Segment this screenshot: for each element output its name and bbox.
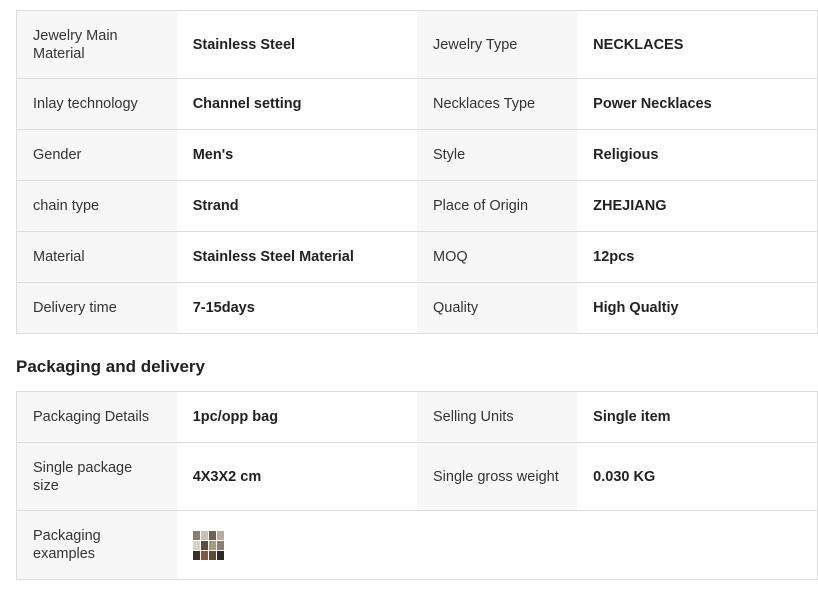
attr-value: 7-15days (176, 282, 417, 334)
specs-table: Jewelry Main Material Stainless Steel Je… (16, 10, 818, 334)
table-row: Gender Men's Style Religious (16, 129, 818, 181)
section-title: Packaging and delivery (16, 357, 205, 376)
attr-key: Packaging Details (16, 391, 177, 443)
attr-key: Quality (416, 282, 578, 334)
product-details: Jewelry Main Material Stainless Steel Je… (16, 10, 818, 580)
attr-value: Power Necklaces (577, 78, 818, 130)
attr-value: Strand (176, 180, 417, 232)
attr-value: Religious (577, 129, 818, 181)
thumbnail-tile (208, 530, 216, 540)
attr-key: Single gross weight (416, 442, 578, 511)
table-row: Single package size 4X3X2 cm Single gros… (16, 442, 818, 511)
packaging-examples-cell (176, 510, 818, 580)
attr-value: Stainless Steel Material (176, 231, 417, 283)
table-row: Inlay technology Channel setting Necklac… (16, 78, 818, 130)
thumbnail-tile (216, 550, 224, 560)
attr-value: Single item (577, 391, 818, 443)
attr-key: chain type (16, 180, 177, 232)
packaging-example-thumbnail[interactable] (192, 530, 224, 560)
table-row: Packaging examples (16, 510, 818, 580)
thumbnail-tile (192, 530, 200, 540)
attr-value: Channel setting (176, 78, 417, 130)
table-row: chain type Strand Place of Origin ZHEJIA… (16, 180, 818, 232)
thumbnail-tile (216, 530, 224, 540)
attr-key: Gender (16, 129, 177, 181)
thumbnail-tile (208, 540, 216, 550)
attr-key: Single package size (16, 442, 177, 511)
attr-key: Jewelry Type (416, 10, 578, 79)
attr-value: 4X3X2 cm (176, 442, 417, 511)
attr-value: NECKLACES (577, 10, 818, 79)
thumbnail-tile (200, 540, 208, 550)
attr-key: Inlay technology (16, 78, 177, 130)
attr-value: 1pc/opp bag (176, 391, 417, 443)
attr-value: High Qualtiy (577, 282, 818, 334)
table-row: Material Stainless Steel Material MOQ 12… (16, 231, 818, 283)
attr-key: Material (16, 231, 177, 283)
thumbnail-tile (200, 530, 208, 540)
thumbnail-tile (216, 540, 224, 550)
thumbnail-tile (192, 540, 200, 550)
thumbnail-tile (208, 550, 216, 560)
thumbnail-tile (200, 550, 208, 560)
thumbnail-tile (192, 550, 200, 560)
attr-value: 12pcs (577, 231, 818, 283)
attr-key: Place of Origin (416, 180, 578, 232)
attr-key: Jewelry Main Material (16, 10, 177, 79)
table-row: Jewelry Main Material Stainless Steel Je… (16, 10, 818, 79)
attr-key: Selling Units (416, 391, 578, 443)
attr-value: Stainless Steel (176, 10, 417, 79)
attr-key: Packaging examples (16, 510, 177, 580)
table-row: Delivery time 7-15days Quality High Qual… (16, 282, 818, 334)
attr-value: Men's (176, 129, 417, 181)
packaging-table: Packaging Details 1pc/opp bag Selling Un… (16, 391, 818, 580)
attr-key: Style (416, 129, 578, 181)
attr-key: Delivery time (16, 282, 177, 334)
attr-key: Necklaces Type (416, 78, 578, 130)
attr-value: 0.030 KG (577, 442, 818, 511)
table-row: Packaging Details 1pc/opp bag Selling Un… (16, 391, 818, 443)
attr-value: ZHEJIANG (577, 180, 818, 232)
attr-key: MOQ (416, 231, 578, 283)
